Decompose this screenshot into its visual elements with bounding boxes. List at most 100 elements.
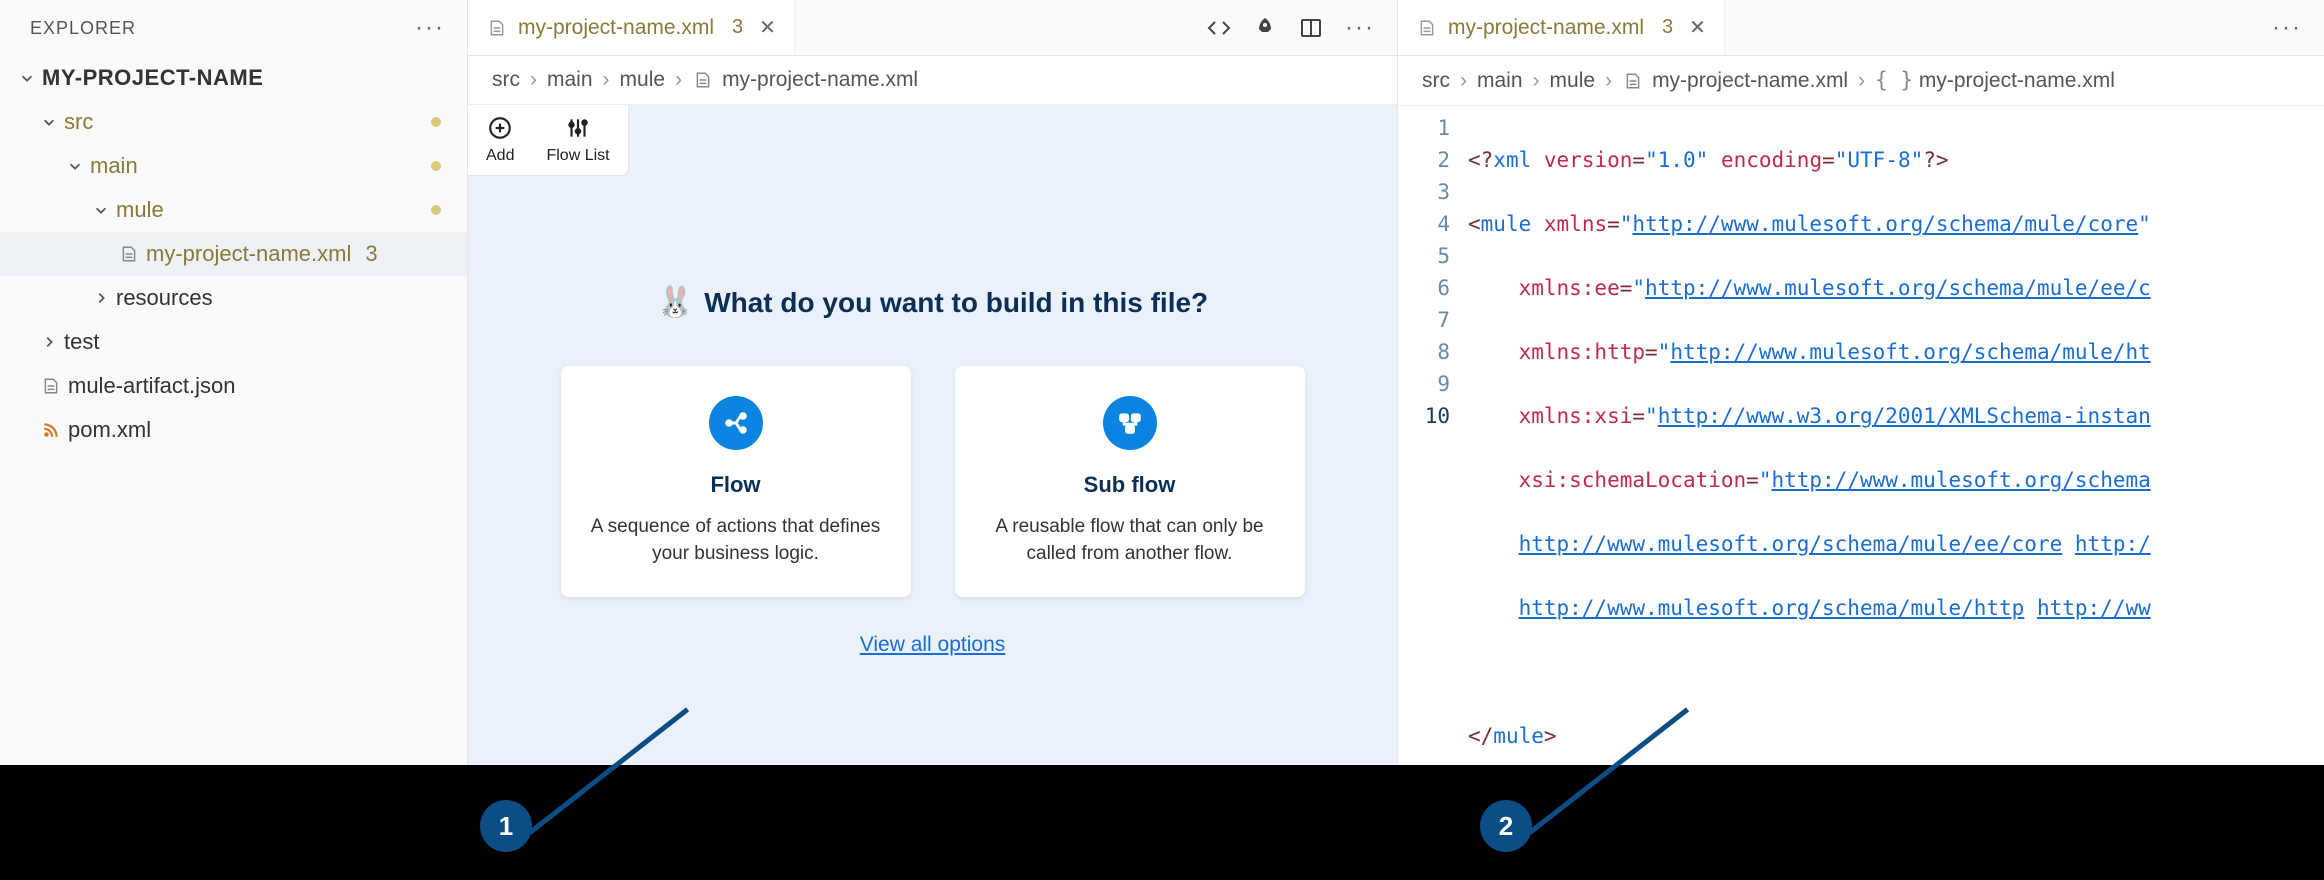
callout-2: 2 [1480, 800, 1532, 852]
file-icon [1622, 72, 1644, 90]
breadcrumb-item[interactable]: mule [1550, 69, 1596, 93]
breadcrumb-item[interactable]: main [1477, 69, 1523, 93]
designer-canvas[interactable]: Add Flow List 🐰 What do you want to buil… [468, 105, 1397, 765]
file-label: mule-artifact.json [68, 373, 236, 399]
problems-badge: 3 [732, 16, 743, 39]
chevron-right-icon [40, 335, 58, 349]
breadcrumb-item[interactable]: my-project-name.xml [692, 68, 918, 92]
breadcrumb-item[interactable]: mule [620, 68, 666, 92]
folder-test[interactable]: test [0, 320, 467, 364]
hero-text: What do you want to build in this file? [704, 287, 1208, 319]
code-editor[interactable]: 1234 5678 910 <?xml version="1.0" encodi… [1398, 106, 2324, 765]
chevron-right-icon: › [1460, 69, 1467, 93]
project-name: MY-PROJECT-NAME [42, 65, 263, 91]
file-icon [118, 245, 140, 263]
breadcrumb-file-label: my-project-name.xml [722, 68, 918, 92]
subflow-icon [1103, 396, 1157, 450]
hero: 🐰 What do you want to build in this file… [468, 285, 1397, 657]
card-subflow[interactable]: Sub flow A reusable flow that can only b… [955, 366, 1305, 597]
folder-mule[interactable]: mule [0, 188, 467, 232]
breadcrumb-item[interactable]: src [492, 68, 520, 92]
breadcrumb-item[interactable]: src [1422, 69, 1450, 93]
more-actions-icon[interactable]: ··· [1345, 14, 1375, 42]
rss-icon [40, 421, 62, 439]
code-breadcrumbs: src › main › mule › my-project-name.xml … [1398, 56, 2324, 106]
code-tabs: my-project-name.xml 3 ✕ ··· [1398, 0, 2324, 56]
card-flow[interactable]: Flow A sequence of actions that defines … [561, 366, 911, 597]
breadcrumb-item[interactable]: my-project-name.xml [1622, 69, 1848, 93]
tab-label: my-project-name.xml [518, 16, 714, 40]
designer-panel: my-project-name.xml 3 ✕ ··· src › main ›… [468, 0, 1398, 765]
explorer-more-icon[interactable]: ··· [415, 14, 445, 42]
chevron-right-icon: › [603, 68, 610, 92]
flow-list-button[interactable]: Flow List [546, 115, 609, 165]
card-desc: A sequence of actions that defines your … [587, 514, 885, 567]
chevron-right-icon: › [675, 68, 682, 92]
add-button[interactable]: Add [486, 115, 514, 165]
explorer-panel: EXPLORER ··· MY-PROJECT-NAME src main mu… [0, 0, 468, 765]
file-pom-xml[interactable]: pom.xml [0, 408, 467, 452]
line-gutter: 1234 5678 910 [1398, 112, 1468, 765]
tool-label: Flow List [546, 147, 609, 165]
designer-breadcrumbs: src › main › mule › my-project-name.xml [468, 56, 1397, 105]
folder-src[interactable]: src [0, 100, 467, 144]
explorer-title: EXPLORER [30, 18, 136, 39]
folder-label: test [64, 329, 99, 355]
chevron-down-icon [66, 159, 84, 173]
ide-window: EXPLORER ··· MY-PROJECT-NAME src main mu… [0, 0, 2324, 765]
toggle-code-icon[interactable] [1207, 16, 1231, 40]
explorer-header: EXPLORER ··· [0, 0, 467, 56]
file-icon [486, 19, 508, 37]
tab-designer-file[interactable]: my-project-name.xml 3 ✕ [468, 0, 795, 55]
close-icon[interactable]: ✕ [1689, 15, 1706, 40]
file-icon [40, 377, 62, 395]
more-actions-icon[interactable]: ··· [2272, 14, 2302, 42]
problems-badge: 3 [365, 241, 377, 267]
code-content[interactable]: <?xml version="1.0" encoding="UTF-8"?> <… [1468, 112, 2324, 765]
view-all-link[interactable]: View all options [860, 633, 1006, 657]
file-mule-artifact[interactable]: mule-artifact.json [0, 364, 467, 408]
file-icon [1416, 19, 1438, 37]
file-tree: MY-PROJECT-NAME src main mule my-project… [0, 56, 467, 452]
tab-code-file[interactable]: my-project-name.xml 3 ✕ [1398, 0, 1725, 55]
breadcrumb-symbol-label: my-project-name.xml [1919, 69, 2115, 92]
folder-main[interactable]: main [0, 144, 467, 188]
close-icon[interactable]: ✕ [759, 15, 776, 40]
split-editor-icon[interactable] [1299, 16, 1323, 40]
option-cards: Flow A sequence of actions that defines … [561, 366, 1305, 597]
tool-label: Add [486, 147, 514, 165]
breadcrumb-item[interactable]: main [547, 68, 593, 92]
mascot-icon: 🐰 [657, 285, 694, 320]
rocket-icon[interactable] [1253, 16, 1277, 40]
folder-label: src [64, 109, 93, 135]
chevron-right-icon: › [1605, 69, 1612, 93]
breadcrumb-file-label: my-project-name.xml [1652, 69, 1848, 93]
card-title: Flow [587, 472, 885, 498]
chevron-down-icon [40, 115, 58, 129]
problems-badge: 3 [1662, 16, 1673, 39]
canvas-toolbar: Add Flow List [468, 105, 629, 176]
chevron-down-icon [92, 203, 110, 217]
folder-resources[interactable]: resources [0, 276, 467, 320]
code-tab-actions: ··· [2272, 14, 2324, 42]
modified-dot-icon [431, 205, 441, 215]
folder-label: resources [116, 285, 213, 311]
folder-label: mule [116, 197, 164, 223]
file-label: my-project-name.xml [146, 241, 351, 267]
chevron-down-icon [18, 71, 36, 85]
breadcrumb-symbol[interactable]: { } my-project-name.xml [1875, 68, 2115, 93]
hero-title: 🐰 What do you want to build in this file… [657, 285, 1208, 320]
designer-tabs: my-project-name.xml 3 ✕ ··· [468, 0, 1397, 56]
chevron-right-icon: › [1533, 69, 1540, 93]
file-label: pom.xml [68, 417, 151, 443]
tab-label: my-project-name.xml [1448, 16, 1644, 40]
modified-dot-icon [431, 161, 441, 171]
modified-dot-icon [431, 117, 441, 127]
file-my-project-xml[interactable]: my-project-name.xml 3 [0, 232, 467, 276]
chevron-right-icon [92, 291, 110, 305]
chevron-right-icon: › [1858, 69, 1865, 93]
flow-icon [709, 396, 763, 450]
code-panel: my-project-name.xml 3 ✕ ··· src › main ›… [1398, 0, 2324, 765]
project-root[interactable]: MY-PROJECT-NAME [0, 56, 467, 100]
chevron-right-icon: › [530, 68, 537, 92]
